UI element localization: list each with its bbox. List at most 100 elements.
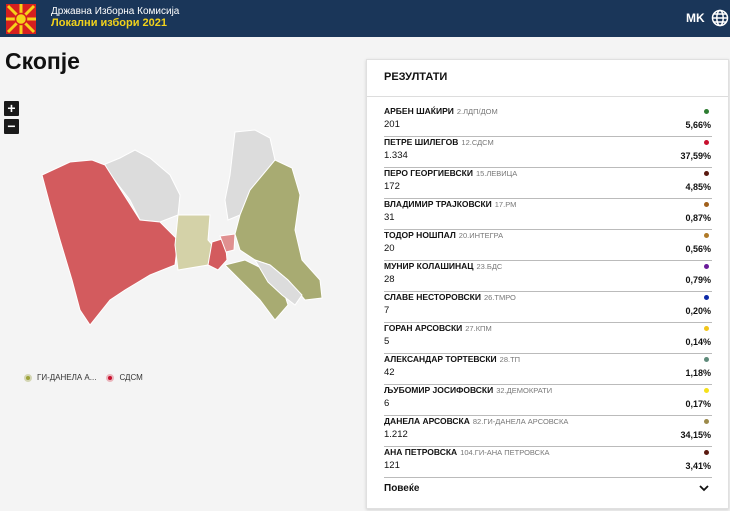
page-title: Скопје	[5, 48, 80, 74]
candidate-votes: 5	[384, 336, 390, 347]
party-color-dot	[704, 109, 709, 114]
results-map	[41, 129, 323, 326]
candidate-row[interactable]: АЛЕКСАНДАР ТОРТЕВСКИ 28.ТП 42 1,18%	[384, 354, 712, 385]
candidate-row[interactable]: АРБЕН ШАЌИРИ 2.ЛДП/ДОМ 201 5,66%	[384, 106, 712, 137]
candidate-name: ГОРАН АРСОВСКИ 27.КПМ	[384, 323, 492, 333]
candidate-votes: 201	[384, 119, 400, 130]
candidate-name-text: МУНИР КОЛАШИНАЦ	[384, 261, 474, 271]
legend-label: СДСМ	[119, 373, 143, 382]
party-color-dot	[704, 264, 709, 269]
candidate-row[interactable]: СЛАВЕ НЕСТОРОВСКИ 26.ТМРО 7 0,20%	[384, 292, 712, 323]
candidate-votes: 6	[384, 398, 390, 409]
legend-item: ГИ-ДАНЕЛА А...	[24, 373, 96, 382]
party-color-dot	[704, 326, 709, 331]
candidate-name: АЛЕКСАНДАР ТОРТЕВСКИ 28.ТП	[384, 354, 520, 364]
candidate-row[interactable]: АНА ПЕТРОВСКА 104.ГИ-АНА ПЕТРОВСКА 121 3,41…	[384, 447, 712, 478]
candidate-votes: 121	[384, 460, 400, 471]
party-color-dot	[704, 295, 709, 300]
legend-dot	[24, 373, 32, 382]
candidate-name: ВЛАДИМИР ТРАЈКОВСКИ 17.РМ	[384, 199, 516, 209]
top-bar: Државна Изборна Комисија Локални избори …	[0, 0, 730, 37]
party-color-dot	[704, 202, 709, 207]
party-color-dot	[704, 388, 709, 393]
candidate-percent: 3,41%	[685, 461, 711, 471]
candidate-name: АРБЕН ШАЌИРИ 2.ЛДП/ДОМ	[384, 106, 498, 116]
candidate-name: ПЕРО ГЕОРГИЕВСКИ 15.ЛЕВИЦА	[384, 168, 517, 178]
candidate-percent: 37,59%	[680, 151, 711, 161]
candidate-party: 82.ГИ-ДАНЕЛА АРСОВСКА	[472, 417, 569, 426]
candidate-name-text: ЉУБОМИР ЈОСИФОВСКИ	[384, 385, 494, 395]
legend-dot	[106, 373, 115, 382]
candidate-name-text: ТОДОР НОШПАЛ	[384, 230, 456, 240]
candidate-party: 2.ЛДП/ДОМ	[456, 107, 498, 116]
candidate-party: 26.ТМРО	[483, 293, 516, 302]
legend-item: СДСМ	[106, 373, 143, 382]
map-legend: ГИ-ДАНЕЛА А... СДСМ	[24, 373, 153, 382]
candidate-votes: 28	[384, 274, 395, 285]
candidate-votes: 1.212	[384, 429, 408, 440]
candidate-percent: 0,17%	[685, 399, 711, 409]
candidate-party: 17.РМ	[494, 200, 517, 209]
candidate-name: ТОДОР НОШПАЛ 20.ИНТЕГРА	[384, 230, 503, 240]
candidate-votes: 172	[384, 181, 400, 192]
candidate-name: ДАНЕЛА АРСОВСКА 82.ГИ-ДАНЕЛА АРСОВСКА	[384, 416, 568, 426]
party-color-dot	[704, 450, 709, 455]
candidate-percent: 0,56%	[685, 244, 711, 254]
candidate-votes: 7	[384, 305, 390, 316]
candidate-percent: 34,15%	[680, 430, 711, 440]
party-color-dot	[704, 419, 709, 424]
candidate-name-text: ДАНЕЛА АРСОВСКА	[384, 416, 470, 426]
candidate-party: 15.ЛЕВИЦА	[475, 169, 518, 178]
candidate-row[interactable]: ГОРАН АРСОВСКИ 27.КПМ 5 0,14%	[384, 323, 712, 354]
candidate-party: 104.ГИ-АНА ПЕТРОВСКА	[460, 448, 550, 457]
candidate-row[interactable]: ДАНЕЛА АРСОВСКА 82.ГИ-ДАНЕЛА АРСОВСКА 1.21…	[384, 416, 712, 447]
divider	[367, 96, 728, 97]
candidate-votes: 20	[384, 243, 395, 254]
candidate-row[interactable]: МУНИР КОЛАШИНАЦ 23.БДС 28 0,79%	[384, 261, 712, 292]
candidate-name: МУНИР КОЛАШИНАЦ 23.БДС	[384, 261, 502, 271]
candidate-name: АНА ПЕТРОВСКА 104.ГИ-АНА ПЕТРОВСКА	[384, 447, 549, 457]
candidate-percent: 0,20%	[685, 306, 711, 316]
candidate-row[interactable]: ЉУБОМИР ЈОСИФОВСКИ 32.ДЕМОКРАТИ 6 0,17%	[384, 385, 712, 416]
candidate-party: 28.ТП	[499, 355, 521, 364]
candidate-party: 12.СДСМ	[461, 138, 494, 147]
candidate-percent: 4,85%	[685, 182, 711, 192]
candidate-party: 27.КПМ	[465, 324, 492, 333]
candidate-name-text: ВЛАДИМИР ТРАЈКОВСКИ	[384, 199, 492, 209]
candidate-party: 20.ИНТЕГРА	[458, 231, 504, 240]
results-panel: РЕЗУЛТАТИ АРБЕН ШАЌИРИ 2.ЛДП/ДОМ 201 5,66% П…	[366, 59, 729, 509]
candidate-percent: 0,79%	[685, 275, 711, 285]
candidate-percent: 5,66%	[685, 120, 711, 130]
org-name: Државна Изборна Комисија	[51, 6, 180, 17]
candidate-row[interactable]: ПЕРО ГЕОРГИЕВСКИ 15.ЛЕВИЦА 172 4,85%	[384, 168, 712, 199]
party-color-dot	[704, 357, 709, 362]
more-button[interactable]: Повеќе	[384, 483, 419, 494]
party-color-dot	[704, 140, 709, 145]
candidate-party: 32.ДЕМОКРАТИ	[496, 386, 553, 395]
election-subtitle: Локални избори 2021	[51, 17, 167, 29]
candidate-votes: 31	[384, 212, 395, 223]
zoom-in-button[interactable]: +	[4, 101, 19, 116]
candidate-name: ЉУБОМИР ЈОСИФОВСКИ 32.ДЕМОКРАТИ	[384, 385, 552, 395]
candidate-row[interactable]: ВЛАДИМИР ТРАЈКОВСКИ 17.РМ 31 0,87%	[384, 199, 712, 230]
candidate-name-text: АРБЕН ШАЌИРИ	[384, 106, 454, 116]
candidate-name-text: ПЕРО ГЕОРГИЕВСКИ	[384, 168, 473, 178]
zoom-out-button[interactable]: −	[4, 119, 19, 134]
dik-logo-icon[interactable]	[6, 4, 36, 34]
chevron-down-icon[interactable]	[699, 484, 709, 492]
candidate-row[interactable]: ТОДОР НОШПАЛ 20.ИНТЕГРА 20 0,56%	[384, 230, 712, 261]
results-title: РЕЗУЛТАТИ	[384, 71, 448, 83]
legend-label: ГИ-ДАНЕЛА А...	[37, 373, 97, 382]
candidate-name-text: АНА ПЕТРОВСКА	[384, 447, 458, 457]
candidate-row[interactable]: ПЕТРЕ ШИЛЕГОВ 12.СДСМ 1.334 37,59%	[384, 137, 712, 168]
candidate-votes: 42	[384, 367, 395, 378]
candidate-name-text: ГОРАН АРСОВСКИ	[384, 323, 463, 333]
candidate-name: ПЕТРЕ ШИЛЕГОВ 12.СДСМ	[384, 137, 494, 147]
candidate-name-text: ПЕТРЕ ШИЛЕГОВ	[384, 137, 459, 147]
candidate-name-text: АЛЕКСАНДАР ТОРТЕВСКИ	[384, 354, 497, 364]
language-selector[interactable]: MK	[686, 11, 705, 25]
globe-icon[interactable]	[711, 9, 729, 27]
candidate-party: 23.БДС	[476, 262, 503, 271]
candidate-percent: 1,18%	[685, 368, 711, 378]
party-color-dot	[704, 171, 709, 176]
